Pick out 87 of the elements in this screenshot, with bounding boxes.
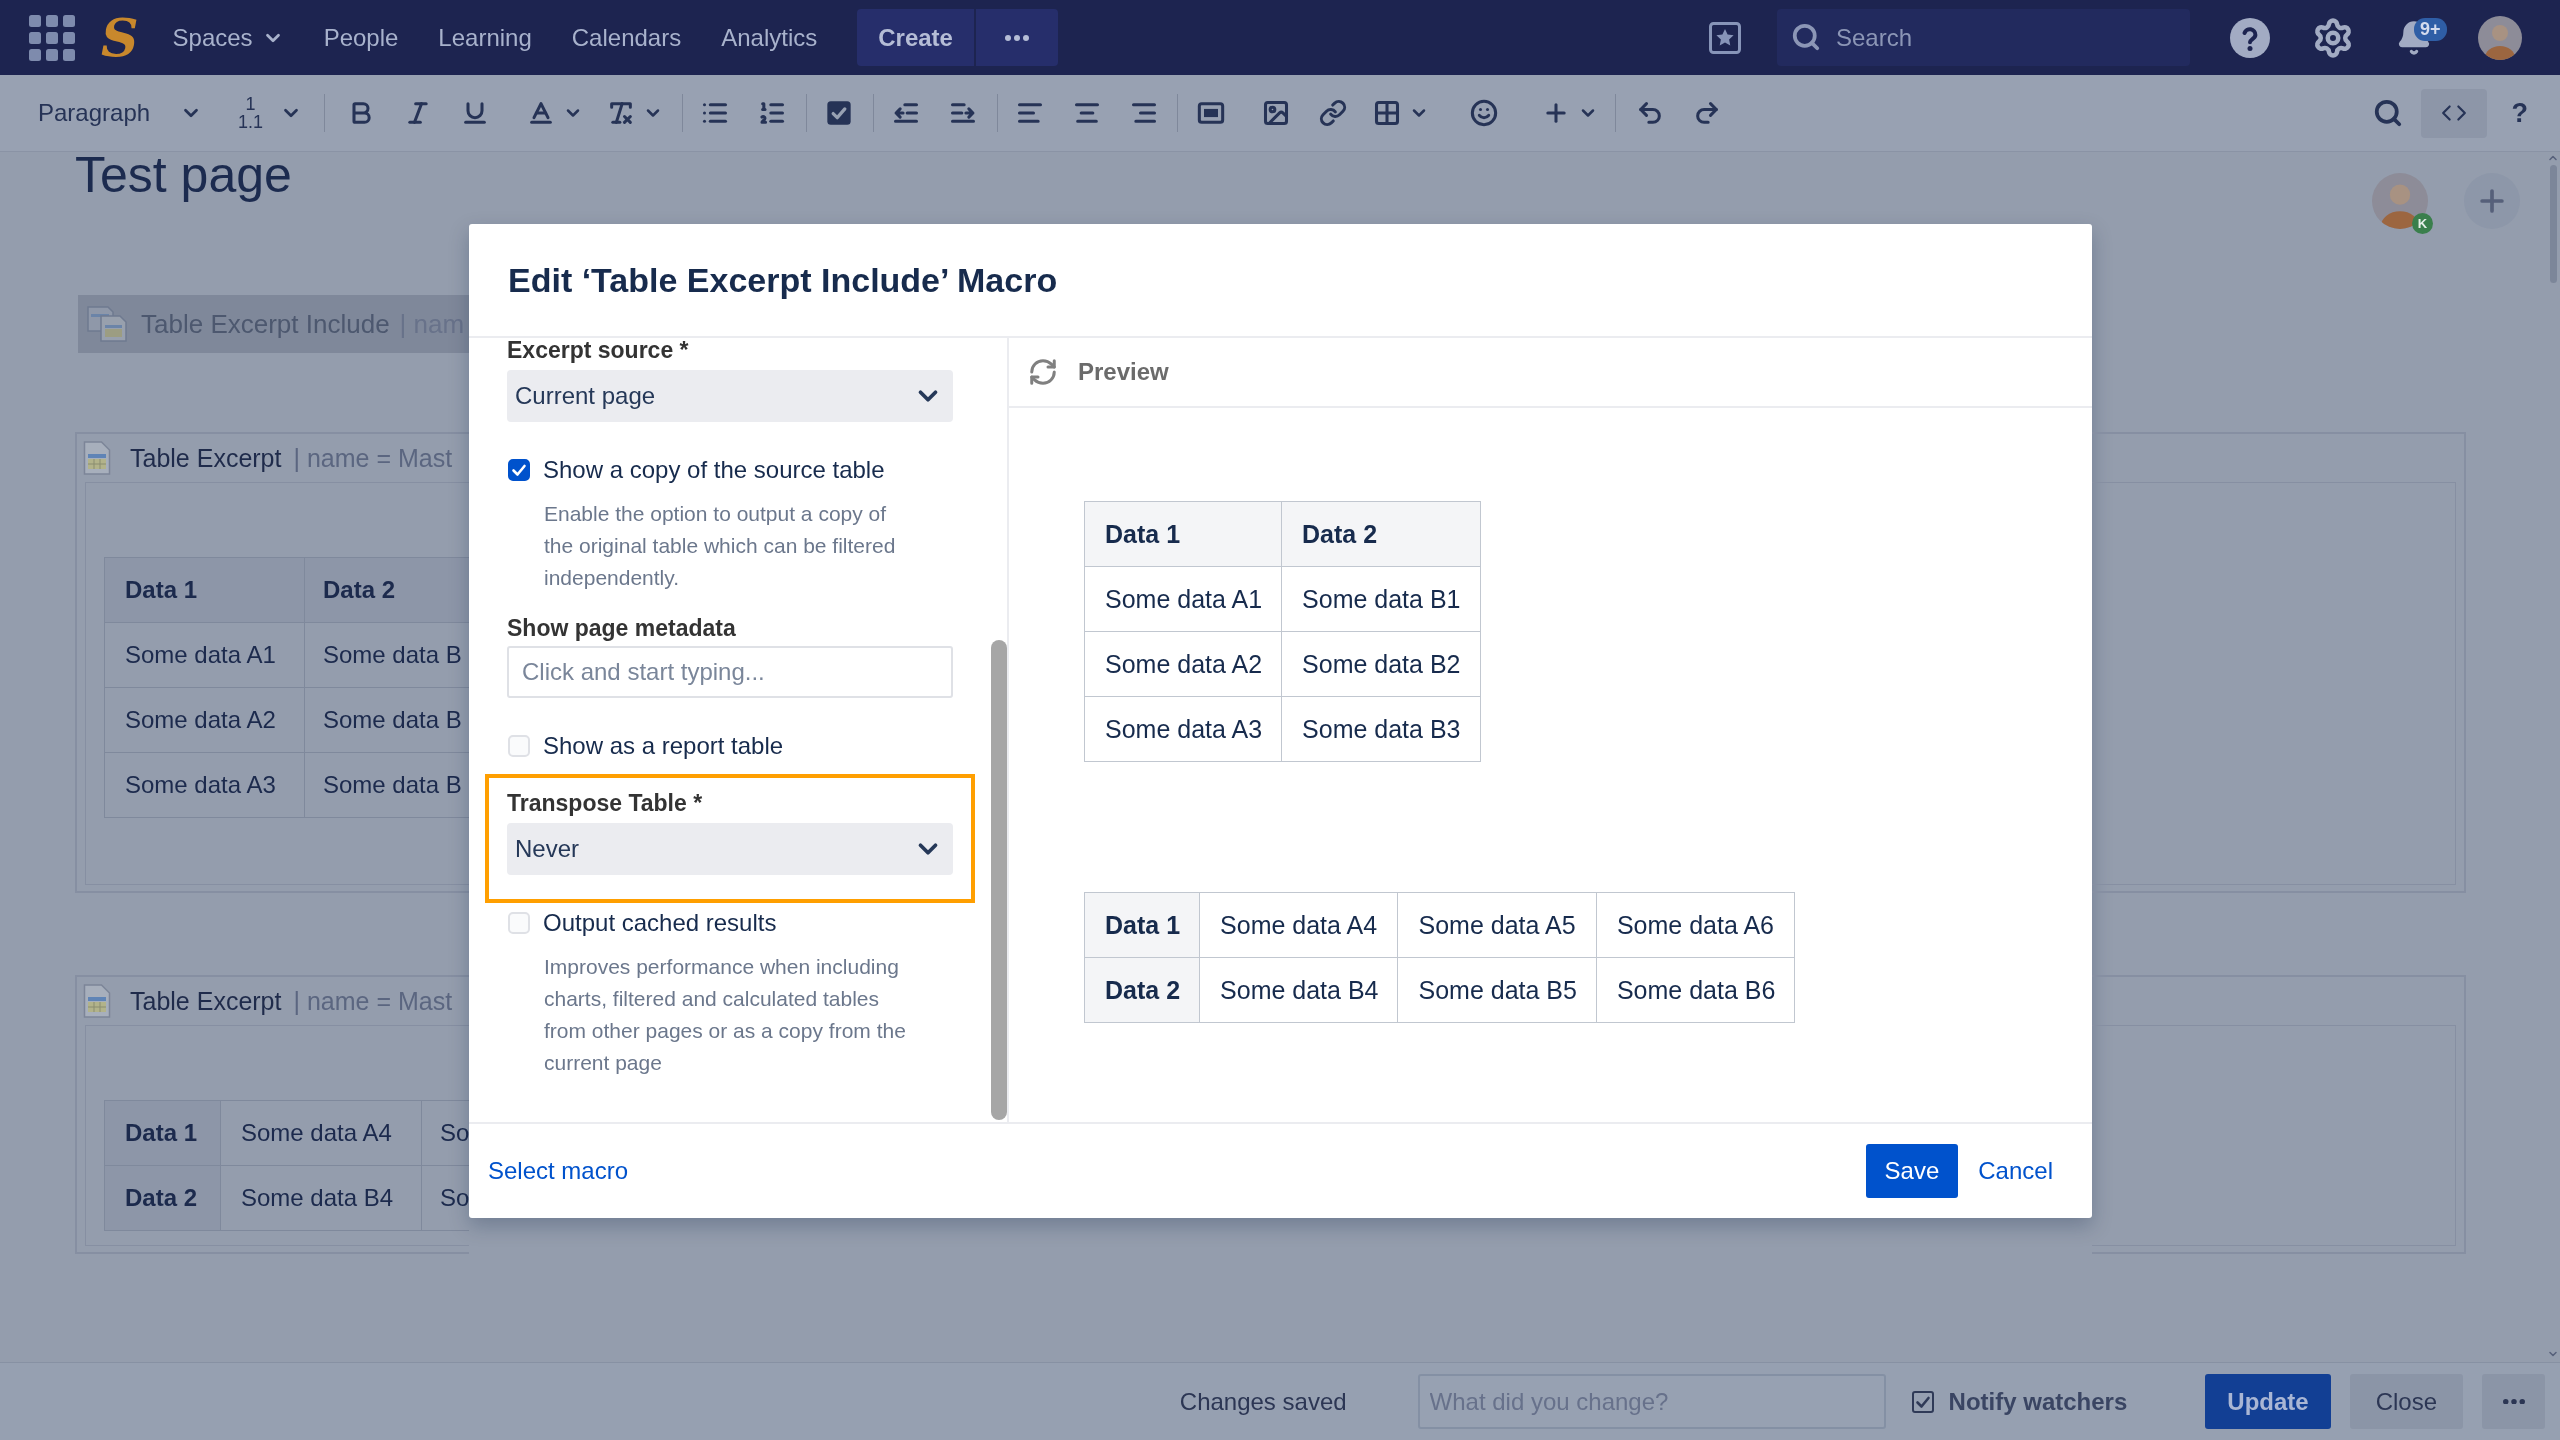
close-button[interactable]: Close [2349, 1374, 2463, 1429]
table-document-icon [83, 984, 111, 1018]
starred-icon[interactable] [1709, 21, 1741, 54]
scrollbar-thumb[interactable] [2549, 165, 2557, 283]
image-icon[interactable] [1261, 99, 1290, 127]
field-label: Excerpt source * [507, 338, 689, 362]
checkbox-label: Show as a report table [543, 732, 784, 760]
table-cell: Some data B4 [221, 1166, 422, 1231]
scrollbar-thumb[interactable] [991, 640, 1007, 1120]
update-button[interactable]: Update [2205, 1374, 2331, 1429]
table-cell: Some data B5 [1398, 958, 1597, 1023]
macro-title: Table Excerpt [130, 443, 282, 473]
table-header-cell: Data 2 [305, 558, 469, 623]
paragraph-style-dropdown[interactable]: Paragraph [38, 99, 203, 127]
select-field[interactable]: Current page [507, 370, 953, 422]
table-header-cell: Data 1 [1085, 502, 1283, 567]
table-cell: Some data B4 [1200, 958, 1399, 1023]
search-icon[interactable] [2372, 98, 2403, 128]
table-cell: Some data A1 [1085, 567, 1283, 632]
save-status: Changes saved [1179, 1387, 1347, 1416]
user-avatar[interactable] [2478, 15, 2522, 60]
ellipsis-icon [2502, 1398, 2525, 1405]
numbered-list-icon[interactable] [757, 99, 786, 127]
save-button[interactable]: Save [1865, 1144, 1959, 1198]
settings-icon[interactable] [2312, 16, 2354, 59]
ellipsis-icon [1004, 34, 1029, 41]
link-icon[interactable] [1318, 99, 1347, 127]
table-icon[interactable] [1373, 99, 1402, 127]
source-view-button[interactable] [2420, 88, 2487, 138]
search-field[interactable]: Search [1777, 9, 2190, 66]
macro-title: Table Excerpt [130, 986, 282, 1016]
table-header-cell: Data 2 [1282, 502, 1481, 567]
checkbox[interactable] [508, 459, 530, 481]
table-cell: Some data B6 [1596, 958, 1796, 1023]
nav-menu-item[interactable]: People [323, 22, 399, 53]
table-cell: Some data B3 [1282, 697, 1481, 762]
table-cell: Some data A4 [221, 1101, 422, 1166]
select-macro-link[interactable]: Select macro [488, 1157, 629, 1185]
help-text: Enable the option to output a copy of the original table which can be filtered independently. [544, 501, 897, 591]
table-cell: Some data A4 [1200, 893, 1399, 958]
table-cell: Some data A3 [1085, 697, 1283, 762]
table-cell: Some data A1 [105, 623, 305, 688]
refresh-icon[interactable] [1028, 357, 1058, 387]
checkbox-label: Output cached results [543, 909, 777, 937]
nav-menu-item[interactable]: Spaces [172, 22, 284, 53]
table-header-cell: Data 2 [105, 1166, 221, 1231]
select-field[interactable]: Never [507, 823, 953, 875]
macro-parameters: | name = Mast [293, 443, 453, 473]
table-cell: Some data B1 [1282, 567, 1481, 632]
nav-menu-item[interactable]: Calendars [571, 22, 682, 53]
checkbox[interactable] [1911, 1390, 1934, 1413]
checkbox-label: Show a copy of the source table [543, 456, 885, 484]
table-cell: Some data A2 [105, 688, 305, 753]
cancel-button[interactable]: Cancel [1978, 1157, 2053, 1185]
field-label: Transpose Table * [507, 791, 703, 815]
documents-icon [87, 306, 127, 342]
dialog-title: Edit ‘Table Excerpt Include’ Macro [508, 260, 1058, 301]
notification-badge: 9+ [2414, 17, 2447, 41]
table-document-icon [83, 441, 111, 475]
task-checkbox-icon[interactable] [824, 99, 853, 127]
field-label: Show page metadata [507, 616, 736, 640]
macro-parameters: | name = Mast [293, 986, 453, 1016]
layout-icon[interactable] [1196, 99, 1225, 127]
numbering-dropdown[interactable]: 1 1.1 [238, 95, 303, 131]
checkbox-label: Notify watchers [1948, 1387, 2128, 1416]
help-text: Improves performance when including charts, filtered and calculated tables from other pages or as a copy from the current page [544, 954, 907, 1076]
nav-menu-item[interactable]: Analytics [721, 22, 818, 53]
app-switcher-icon[interactable] [29, 14, 75, 61]
more-button[interactable] [975, 9, 1058, 66]
emoji-icon[interactable] [1469, 99, 1498, 127]
help-icon[interactable] [2230, 17, 2270, 58]
table-header-cell: Data 2 [1085, 958, 1201, 1023]
table-cell: Some data A3 [105, 753, 305, 818]
table-header-cell: Data 1 [1085, 893, 1201, 958]
search-icon [1791, 22, 1821, 52]
create-button[interactable]: Create [857, 9, 974, 66]
table-cell: Some data A6 [1596, 893, 1796, 958]
table-cell: Some data B2 [1282, 632, 1481, 697]
help-button[interactable]: ? [2511, 97, 2528, 129]
table-cell: Some data A5 [1398, 893, 1597, 958]
nav-menu-item[interactable]: Learning [438, 22, 532, 53]
table-header-cell: Data 1 [105, 558, 305, 623]
table-header-cell: Data 1 [105, 1101, 221, 1166]
table-cell: Some data A2 [1085, 632, 1283, 697]
logo[interactable]: S [101, 14, 139, 61]
preview-title: Preview [1078, 358, 1169, 386]
avatar-badge: K [2412, 213, 2433, 234]
